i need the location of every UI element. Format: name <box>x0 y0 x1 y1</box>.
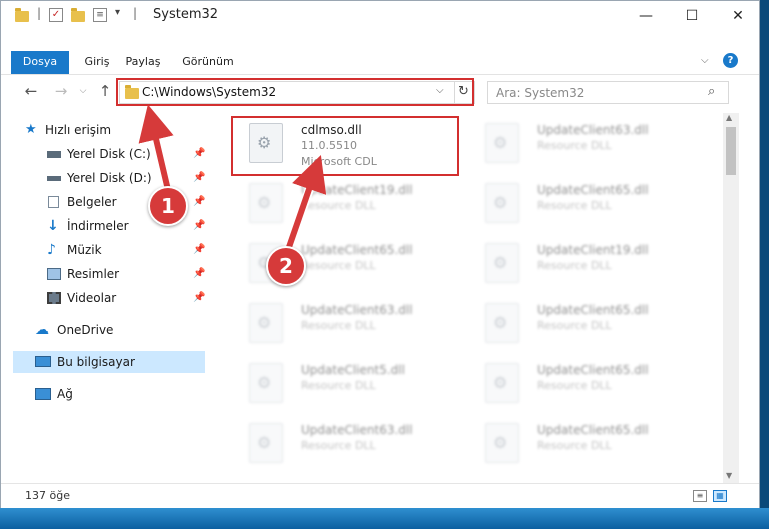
annotation-arrows <box>138 104 327 252</box>
step-badge-1: 1 <box>148 186 188 226</box>
arrow-1 <box>138 104 174 191</box>
step-badge-2: 2 <box>266 246 306 286</box>
arrow-2 <box>285 154 327 251</box>
